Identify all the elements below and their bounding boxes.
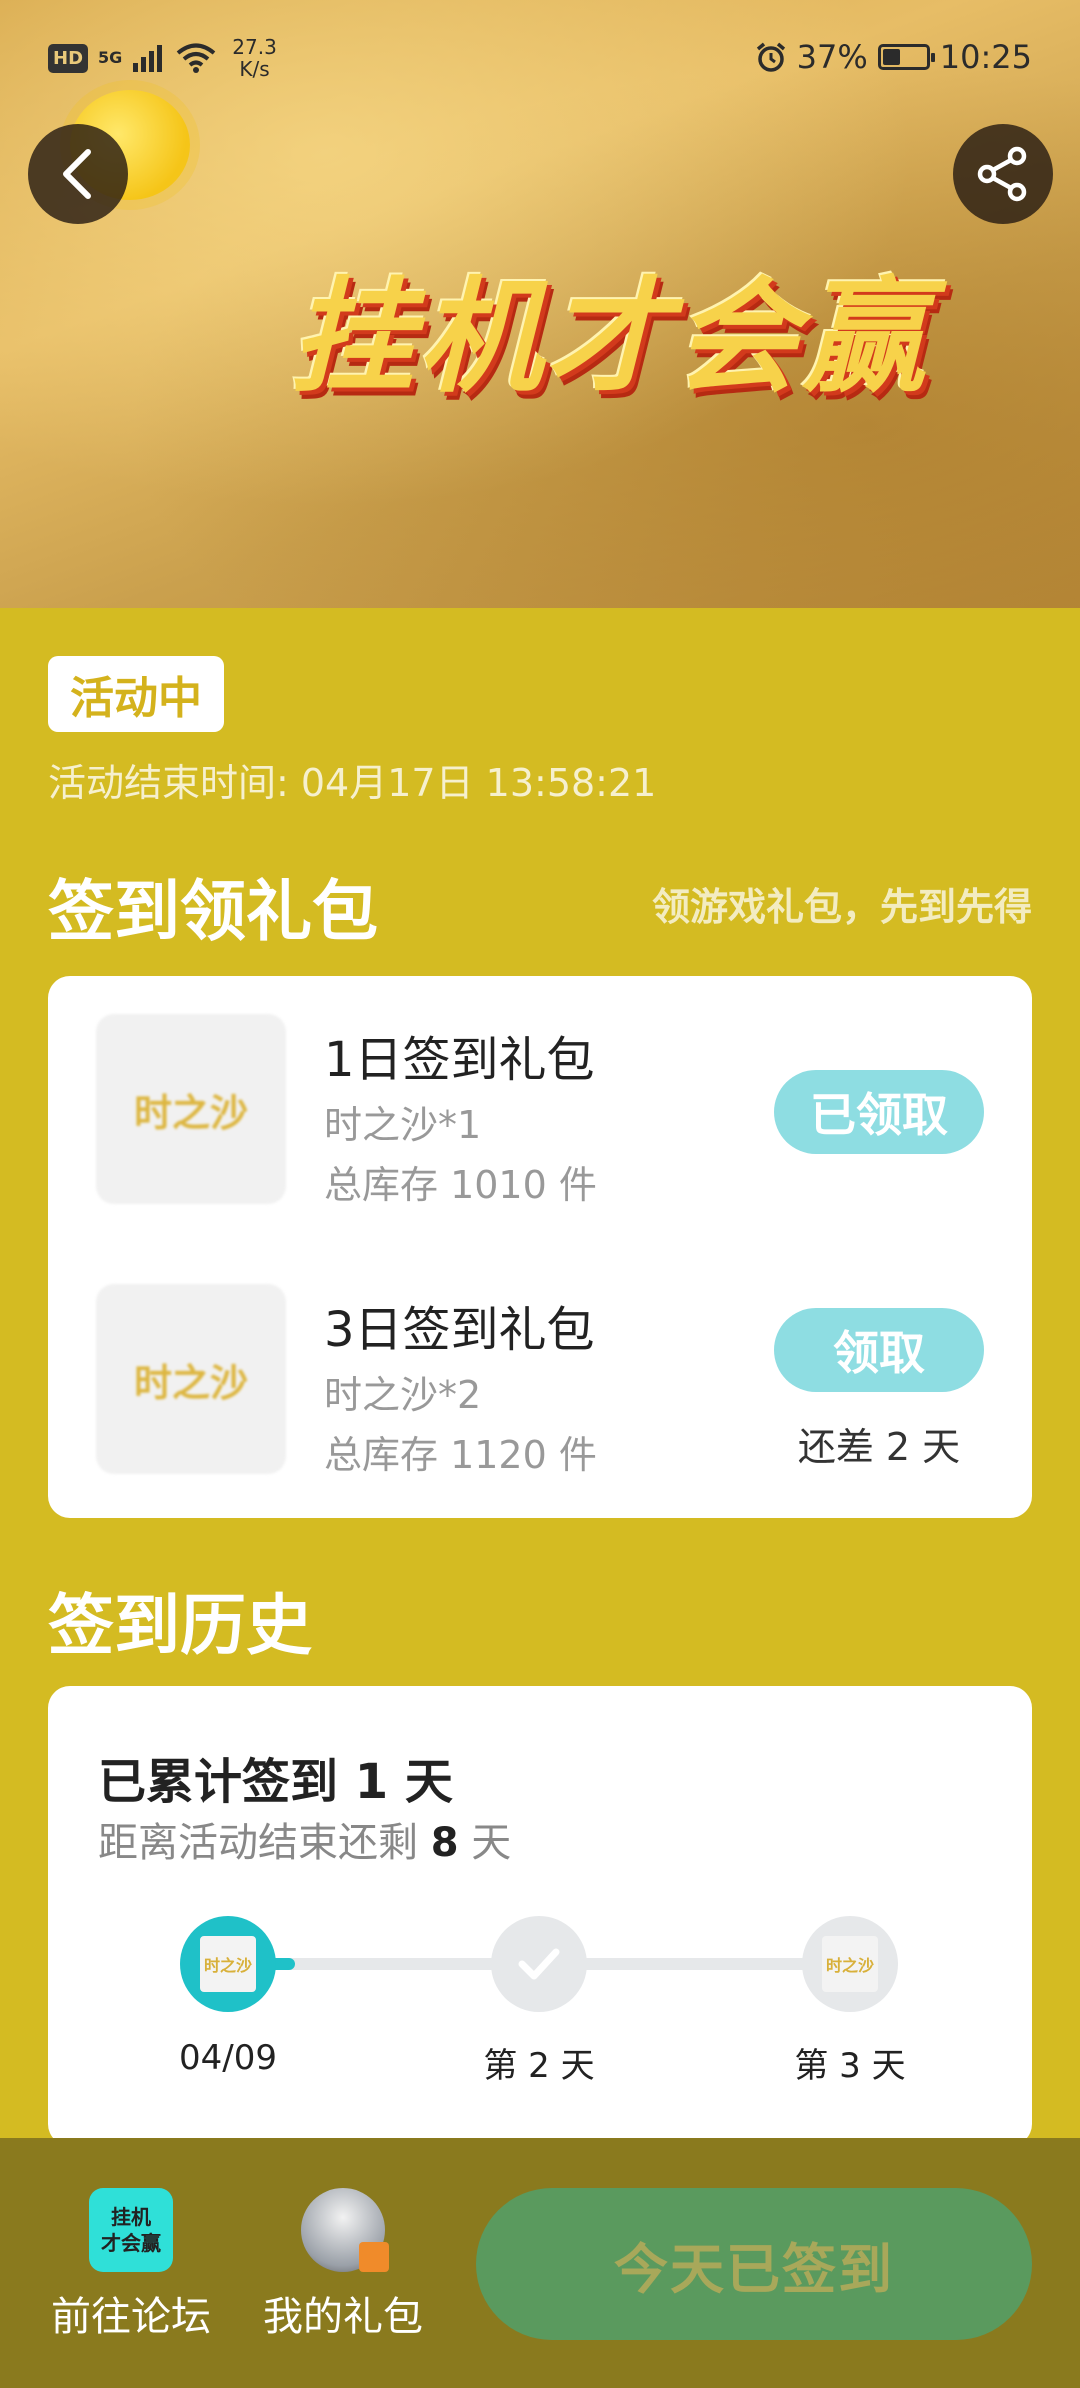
signin-section-subtitle: 领游戏礼包，先到先得: [651, 885, 1032, 929]
day-node-2: [491, 1916, 587, 2012]
share-icon: [977, 146, 1027, 202]
forum-icon-text-1: 挂机: [111, 2205, 151, 2229]
day-node-gift-thumb: 时之沙: [822, 1936, 878, 1992]
wifi-icon: [177, 43, 216, 73]
remaining-days: 距离活动结束还剩 8 天: [98, 1810, 511, 1868]
battery-percent: 37%: [796, 38, 868, 76]
hero-banner: HD 5G 27.3 K/s 37% 10:25 挂机才会赢: [0, 0, 1080, 608]
chevron-left-icon: [63, 149, 91, 199]
my-gifts-avatar-icon: [301, 2188, 389, 2272]
history-card: 已累计签到 1 天 距离活动结束还剩 8 天 时之沙 时之沙 04/09 第 2…: [48, 1686, 1032, 2146]
day-node-label: 第 2 天: [483, 2046, 595, 2086]
forum-label: 前往论坛: [51, 2294, 211, 2340]
share-button[interactable]: [953, 124, 1053, 224]
alarm-icon: [756, 42, 785, 72]
network-speed-value: 27.3: [232, 35, 277, 59]
gift-stock: 总库存 1010 件: [324, 1163, 597, 1207]
claimed-button[interactable]: 已领取: [774, 1070, 984, 1154]
gift-box-icon: [359, 2242, 389, 2272]
total-signin-days: 已累计签到 1 天: [98, 1754, 453, 1810]
back-button[interactable]: [28, 124, 128, 224]
day-node-label: 04/09: [179, 2038, 277, 2078]
remaining-days-prefix: 距离活动结束还剩: [98, 1820, 418, 1866]
gift-name: 1日签到礼包: [324, 1032, 595, 1088]
gift-item-content: 时之沙*2: [324, 1373, 482, 1417]
checked-in-today-button[interactable]: 今天已签到: [476, 2188, 1032, 2340]
battery-level: [882, 49, 900, 65]
remaining-days-count: 8: [430, 1820, 459, 1866]
status-left: HD 5G 27.3 K/s: [48, 36, 277, 80]
battery-icon: [877, 44, 935, 70]
gift-item-content: 时之沙*1: [324, 1103, 482, 1147]
forum-app-icon: 挂机 才会赢: [89, 2188, 173, 2272]
day-node-1: 时之沙: [180, 1916, 276, 2012]
network-type: 5G: [98, 48, 123, 67]
day-node-gift-thumb: 时之沙: [200, 1936, 256, 1992]
hd-badge: HD: [48, 43, 89, 73]
history-section-title: 签到历史: [48, 1587, 312, 1664]
hero-title: 挂机才会赢: [290, 266, 931, 410]
network-speed-unit: K/s: [239, 57, 270, 81]
remaining-days-suffix: 天: [471, 1820, 512, 1866]
gift-stock: 总库存 1120 件: [324, 1433, 597, 1477]
clock: 10:25: [939, 38, 1032, 76]
check-icon: [518, 1948, 560, 1980]
claim-button[interactable]: 领取: [774, 1308, 984, 1392]
days-remaining-note: 还差 2 天: [797, 1425, 961, 1469]
bottom-action-bar: 挂机 才会赢 前往论坛 我的礼包 今天已签到: [0, 2138, 1080, 2388]
gift-thumbnail: 时之沙: [96, 1014, 286, 1204]
activity-end-time: 活动结束时间: 04月17日 13:58:21: [48, 761, 657, 805]
status-right: 37% 10:25: [755, 38, 1032, 76]
forum-link[interactable]: 挂机 才会赢 前往论坛: [46, 2188, 216, 2342]
my-gifts-label: 我的礼包: [263, 2294, 423, 2340]
gift-card: 时之沙 1日签到礼包 时之沙*1 总库存 1010 件 已领取 时之沙 3日签到…: [48, 976, 1032, 1518]
network-speed: 27.3 K/s: [232, 36, 277, 80]
signin-section-title: 签到领礼包: [48, 873, 378, 950]
day-node-label: 第 3 天: [794, 2046, 906, 2086]
day-node-3: 时之沙: [802, 1916, 898, 2012]
gift-name: 3日签到礼包: [324, 1302, 595, 1358]
my-gifts-link[interactable]: 我的礼包: [258, 2188, 428, 2342]
activity-status-badge: 活动中: [48, 656, 224, 732]
gift-thumbnail: 时之沙: [96, 1284, 286, 1474]
signal-icon: [133, 45, 163, 72]
forum-icon-text-2: 才会赢: [101, 2231, 161, 2255]
